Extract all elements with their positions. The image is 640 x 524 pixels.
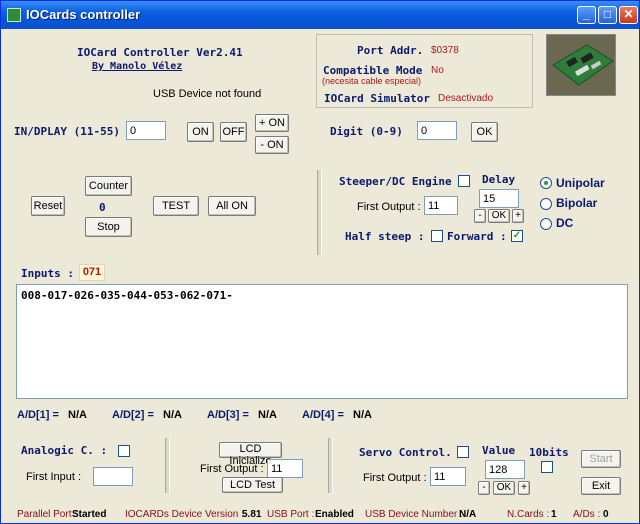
lcd-first-output-input[interactable]: [267, 459, 303, 478]
servo-checkbox[interactable]: [457, 446, 469, 458]
servo-first-output-input[interactable]: [430, 467, 466, 486]
lcd-first-output-label: First Output :: [200, 463, 264, 475]
stepper-checkbox[interactable]: [458, 175, 470, 187]
parallel-port-label: Parallel Port :: [17, 509, 78, 520]
ads-label: A/Ds :: [573, 509, 601, 520]
version-label: IOCARDs Device Version :: [125, 509, 244, 520]
display-input[interactable]: [126, 121, 166, 140]
ad3-label: A/D[3] =: [207, 409, 249, 421]
close-button[interactable]: ✕: [619, 6, 638, 24]
stepper-first-output-label: First Output :: [357, 201, 421, 213]
delay-plus-button[interactable]: +: [512, 209, 524, 223]
stepper-separator: [317, 170, 322, 255]
servo-minus-button[interactable]: -: [478, 481, 490, 495]
start-button[interactable]: Start: [581, 450, 621, 468]
servo-first-output-label: First Output :: [363, 472, 427, 484]
delay-minus-button[interactable]: -: [474, 209, 486, 223]
bipolar-label: Bipolar: [556, 196, 598, 210]
inputs-log-text: 008-017-026-035-044-053-062-071-: [21, 289, 233, 302]
title-bar[interactable]: IOCards controller _ □ ✕: [1, 1, 639, 29]
ads-value: 0: [603, 509, 609, 520]
minus-on-button[interactable]: - ON: [255, 136, 289, 154]
servo-label: Servo Control.: [359, 446, 452, 459]
delay-input[interactable]: [479, 189, 519, 208]
compatible-value: No: [431, 65, 444, 76]
digit-label: Digit (0-9): [330, 125, 403, 138]
dc-label: DC: [556, 216, 574, 230]
inputs-value: 071: [79, 264, 105, 281]
parallel-port-value: Started: [72, 509, 107, 520]
servo-plus-button[interactable]: +: [518, 481, 530, 495]
analogic-first-input[interactable]: [93, 467, 133, 486]
app-icon: [7, 8, 21, 22]
test-button[interactable]: TEST: [153, 196, 199, 216]
simulator-value: Desactivado: [438, 93, 494, 104]
exit-button[interactable]: Exit: [581, 477, 621, 495]
forward-label: Forward :: [447, 230, 507, 243]
ncards-label: N.Cards :: [507, 509, 550, 520]
delay-label: Delay: [482, 173, 516, 186]
lcd-separator: [328, 438, 333, 493]
analogic-first-input-label: First Input :: [26, 471, 82, 483]
compatible-note: (necesita cable especial): [322, 76, 422, 86]
servo-10bits-checkbox[interactable]: [541, 461, 553, 473]
unipolar-label: Unipolar: [556, 176, 605, 190]
plus-on-button[interactable]: + ON: [255, 114, 289, 132]
ad2-value: N/A: [163, 409, 182, 421]
stepper-first-output-input[interactable]: [424, 196, 458, 215]
servo-value-input[interactable]: [485, 460, 525, 479]
reset-button[interactable]: Reset: [31, 196, 65, 216]
window-title: IOCards controller: [26, 7, 141, 22]
inputs-label: Inputs :: [21, 267, 74, 280]
maximize-button[interactable]: □: [598, 6, 617, 24]
servo-10bits-label: 10bits: [529, 446, 569, 459]
usb-port-label: USB Port :: [267, 509, 315, 520]
bipolar-radio[interactable]: [540, 198, 552, 210]
lcd-init-button[interactable]: LCD Inicialize: [219, 442, 282, 467]
half-steep-checkbox[interactable]: [431, 230, 443, 242]
digit-ok-button[interactable]: OK: [471, 122, 498, 142]
half-steep-label: Half steep :: [345, 230, 425, 243]
usb-device-number-value: N/A: [459, 509, 477, 520]
servo-ok-button[interactable]: OK: [493, 481, 515, 495]
counter-button[interactable]: Counter: [85, 176, 132, 196]
port-addr-value: $0378: [431, 45, 459, 56]
inputs-log[interactable]: 008-017-026-035-044-053-062-071-: [16, 284, 628, 399]
all-on-button[interactable]: All ON: [208, 196, 256, 216]
delay-ok-button[interactable]: OK: [488, 209, 510, 223]
digit-input[interactable]: [417, 121, 457, 140]
display-label: IN/DPLAY (11-55): [14, 125, 120, 138]
ad1-label: A/D[1] =: [17, 409, 59, 421]
forward-checkbox[interactable]: ✓: [511, 230, 523, 242]
version-value: 5.81: [242, 509, 262, 520]
simulator-label: IOCard Simulator: [324, 92, 430, 105]
stepper-label: Steeper/DC Engine: [339, 175, 452, 188]
ad2-label: A/D[2] =: [112, 409, 154, 421]
app-name: IOCard Controller Ver2.41: [77, 46, 243, 59]
board-photo: [546, 34, 616, 96]
author-link[interactable]: By Manolo Vélez: [92, 61, 182, 72]
on-button[interactable]: ON: [187, 122, 214, 142]
lcd-test-button[interactable]: LCD Test: [222, 477, 283, 493]
stop-button[interactable]: Stop: [85, 217, 132, 237]
main-window: IOCards controller _ □ ✕ IOCard Controll…: [0, 0, 640, 524]
usb-status: USB Device not found: [153, 88, 262, 100]
usb-device-number-label: USB Device Number :: [365, 509, 463, 520]
ad4-label: A/D[4] =: [302, 409, 344, 421]
usb-port-value: Enabled: [315, 509, 354, 520]
servo-value-label: Value: [482, 444, 516, 457]
minimize-button[interactable]: _: [577, 6, 596, 24]
dc-radio[interactable]: [540, 218, 552, 230]
ncards-value: 1: [551, 509, 557, 520]
counter-value: 0: [99, 201, 106, 214]
off-button[interactable]: OFF: [220, 122, 247, 142]
ad1-value: N/A: [68, 409, 87, 421]
unipolar-radio[interactable]: [540, 177, 552, 189]
analogic-label: Analogic C. :: [21, 444, 108, 457]
analogic-checkbox[interactable]: [118, 445, 130, 457]
port-addr-label: Port Addr.: [357, 44, 424, 57]
analogic-separator: [165, 438, 170, 493]
ad3-value: N/A: [258, 409, 277, 421]
ad4-value: N/A: [353, 409, 372, 421]
